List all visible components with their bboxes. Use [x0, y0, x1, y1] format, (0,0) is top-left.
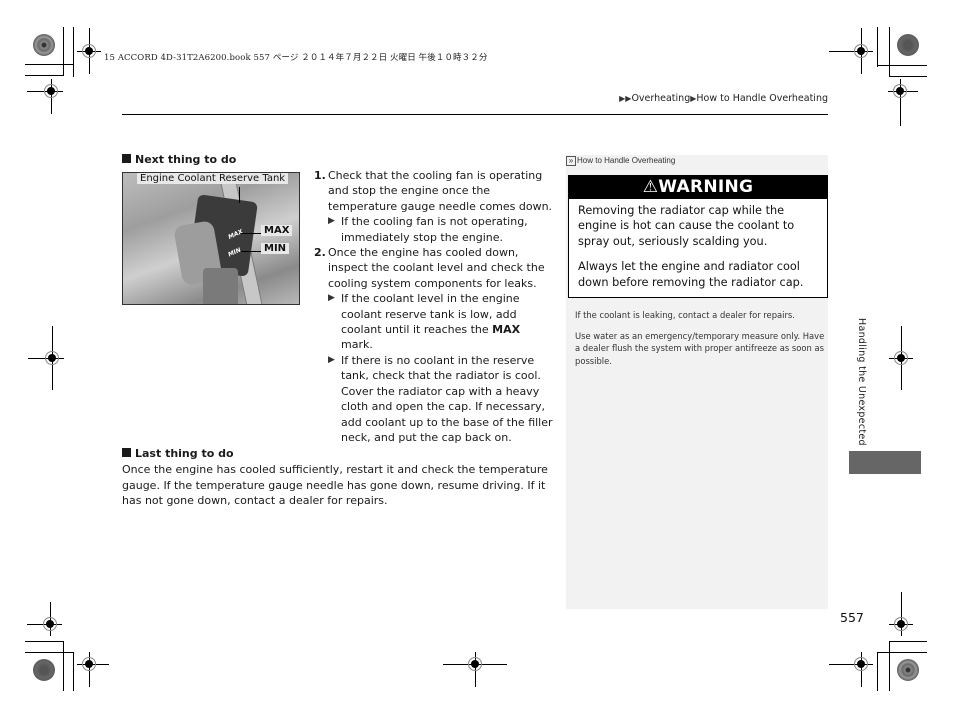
step-1: 1. Check that the cooling fan is operati… [314, 168, 554, 245]
triangle-right-icon: ▶ [328, 216, 335, 227]
double-triangle-right-icon: ▶▶ [619, 94, 632, 103]
step-number: 1. [314, 169, 326, 182]
warning-header: ⚠WARNING [569, 176, 827, 199]
section-heading-next: Next thing to do [122, 153, 236, 166]
side-note: Use water as an emergency/temporary meas… [575, 330, 825, 366]
warning-triangle-icon: ⚠ [642, 177, 659, 197]
color-target-bottom-right [897, 659, 919, 681]
side-notes: If the coolant is leaking, contact a dea… [575, 309, 825, 375]
coolant-tank-illustration: MAX MIN Engine Coolant Reserve Tank MAX … [122, 172, 300, 305]
step-text: Once the engine has cooled down, inspect… [328, 246, 545, 290]
warning-callout: ⚠WARNING Removing the radiator cap while… [568, 175, 828, 453]
warning-paragraph: Removing the radiator cap while the engi… [578, 204, 795, 248]
breadcrumb-item-overheating[interactable]: Overheating [631, 93, 690, 104]
breadcrumb: ▶▶Overheating▶How to Handle Overheating [619, 93, 828, 104]
reference-arrow-icon: » [566, 156, 576, 166]
step-list: 1. Check that the cooling fan is operati… [314, 168, 554, 445]
triangle-right-icon: ▶ [328, 354, 335, 365]
step-2: 2. Once the engine has cooled down, insp… [314, 245, 554, 445]
callout-max: MAX [261, 225, 293, 236]
chapter-tab-marker[interactable] [849, 451, 921, 474]
sub-step: ▶ If there is no coolant in the reserve … [328, 353, 553, 444]
sidebar-panel: » How to Handle Overheating ⚠WARNING Remo… [566, 155, 828, 609]
cross-reference[interactable]: » How to Handle Overheating [566, 156, 675, 166]
side-note: If the coolant is leaking, contact a dea… [575, 310, 795, 320]
warning-paragraph: Always let the engine and radiator cool … [578, 260, 804, 289]
sub-step: ▶ If the cooling fan is not operating, i… [328, 215, 528, 244]
chapter-tab-label[interactable]: Handling the Unexpected [856, 318, 867, 446]
square-bullet-icon [122, 154, 131, 163]
callout-min: MIN [261, 243, 290, 254]
page-number: 557 [840, 610, 864, 625]
color-target-top-left [33, 34, 55, 56]
warning-body: Removing the radiator cap while the engi… [569, 199, 827, 290]
square-bullet-icon [122, 448, 131, 457]
color-target-top-right [897, 34, 919, 56]
breadcrumb-item-how-to-handle[interactable]: How to Handle Overheating [696, 93, 828, 104]
triangle-right-icon: ▶ [328, 293, 335, 304]
warning-box: ⚠WARNING Removing the radiator cap while… [568, 175, 828, 298]
color-target-bottom-left [33, 659, 55, 681]
sub-step: ▶ If the coolant level in the engine coo… [328, 292, 521, 352]
print-slug: 15 ACCORD 4D-31T2A6200.book 557 ページ ２０１４… [104, 53, 488, 63]
header-rule [122, 114, 828, 115]
step-text: Check that the cooling fan is operating … [328, 169, 553, 213]
last-thing-body: Once the engine has cooled sufficiently,… [122, 463, 548, 508]
section-heading-last: Last thing to do [122, 447, 234, 460]
callout-engine-coolant-reserve-tank: Engine Coolant Reserve Tank [137, 173, 289, 184]
step-number: 2. [314, 246, 326, 260]
